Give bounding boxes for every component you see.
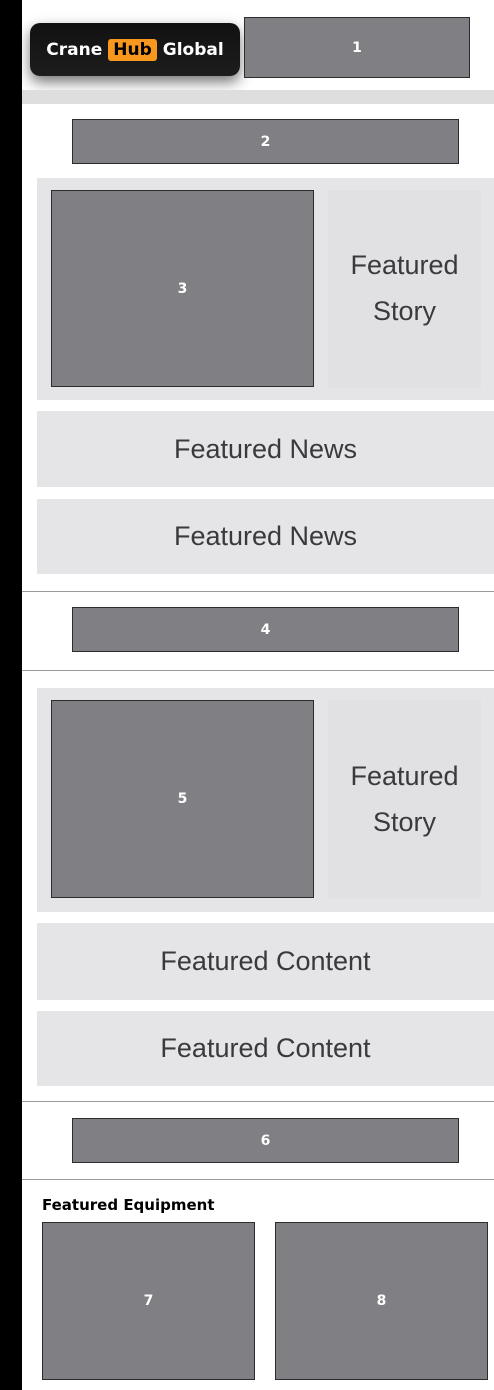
equipment-slot-7[interactable]: 7 — [42, 1222, 255, 1380]
equipment-slot-8-number: 8 — [376, 1293, 387, 1309]
divider-line — [22, 1101, 494, 1102]
featured-content-1-label: Featured Content — [160, 946, 371, 977]
logo-word-global: Global — [162, 39, 224, 60]
featured-content-1[interactable]: Featured Content — [37, 923, 494, 1000]
header-divider-bar — [22, 90, 494, 104]
featured-story-2-line1: Featured — [350, 760, 459, 791]
logo-word-hub: Hub — [108, 38, 157, 61]
featured-content-2[interactable]: Featured Content — [37, 1011, 494, 1086]
ad-slot-4[interactable]: 4 — [72, 607, 459, 652]
featured-news-2-label: Featured News — [173, 521, 358, 552]
equipment-slot-8[interactable]: 8 — [275, 1222, 488, 1380]
ad-slot-6-number: 6 — [260, 1132, 271, 1149]
featured-image-slot-3[interactable]: 3 — [51, 190, 314, 387]
featured-news-1-label: Featured News — [173, 433, 358, 464]
featured-news-1[interactable]: Featured News — [37, 411, 494, 487]
ad-slot-2[interactable]: 2 — [72, 119, 459, 164]
ad-slot-6[interactable]: 6 — [72, 1118, 459, 1163]
logo-word-crane: Crane — [46, 39, 103, 60]
crane-hub-global-logo[interactable]: Crane Hub Global — [30, 23, 240, 76]
featured-image-slot-5[interactable]: 5 — [51, 700, 314, 898]
featured-content-2-label: Featured Content — [160, 1033, 371, 1064]
divider-line — [22, 1179, 494, 1180]
featured-story-1-line2: Story — [372, 296, 437, 326]
featured-story-2-line2: Story — [372, 806, 437, 837]
equipment-slot-7-number: 7 — [143, 1293, 154, 1309]
divider-line — [22, 591, 494, 592]
featured-story-1[interactable]: Featured Story — [328, 190, 481, 388]
featured-equipment-title: Featured Equipment — [42, 1196, 215, 1214]
featured-news-2[interactable]: Featured News — [37, 499, 494, 574]
featured-story-2[interactable]: Featured Story — [328, 700, 481, 899]
ad-slot-4-number: 4 — [260, 621, 271, 638]
image-slot-5-number: 5 — [177, 791, 188, 807]
divider-line — [22, 670, 494, 671]
featured-story-1-line1: Featured — [350, 250, 459, 281]
ad-slot-2-number: 2 — [260, 133, 271, 150]
ad-slot-1[interactable]: 1 — [244, 17, 470, 78]
ad-slot-1-number: 1 — [352, 39, 362, 56]
image-slot-3-number: 3 — [177, 280, 188, 297]
